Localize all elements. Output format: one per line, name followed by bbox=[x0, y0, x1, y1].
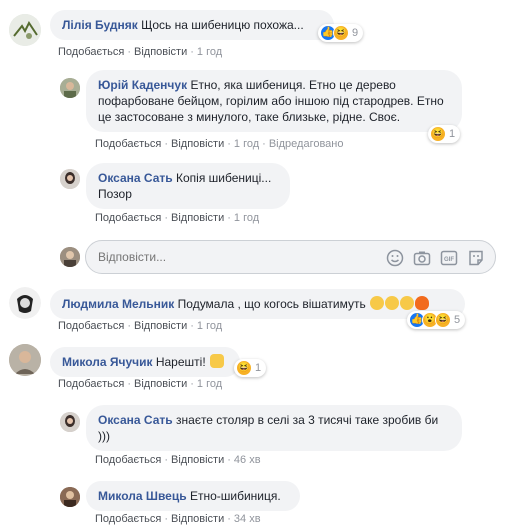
timestamp[interactable]: 1 год bbox=[197, 320, 222, 332]
comment-bubble: Микола Ячучик Нарешті! bbox=[50, 347, 240, 377]
gif-icon[interactable]: GIF bbox=[440, 249, 458, 267]
comment-author[interactable]: Юрій Каденчук bbox=[98, 78, 187, 92]
avatar[interactable] bbox=[60, 169, 80, 189]
timestamp[interactable]: 46 хв bbox=[234, 454, 261, 466]
like-link[interactable]: Подобається bbox=[95, 138, 161, 150]
timestamp[interactable]: 1 год bbox=[197, 46, 222, 58]
comment-author[interactable]: Микола Швець bbox=[98, 489, 187, 503]
comment-text: Етно-шибиниця. bbox=[189, 489, 281, 503]
comment-text: Копія шибениці... bbox=[176, 171, 272, 185]
comment-text-line: Позор bbox=[98, 187, 132, 201]
comment-actions: Подобається · Відповісти · 1 год bbox=[58, 320, 223, 332]
comment-text: Щось на шибеницю похожа... bbox=[141, 18, 304, 32]
like-link[interactable]: Подобається bbox=[58, 46, 124, 58]
reaction-count: 1 bbox=[449, 128, 456, 140]
comment-author[interactable]: Лілія Будняк bbox=[62, 18, 138, 32]
comment-author[interactable]: Микола Ячучик bbox=[62, 355, 153, 369]
comment-actions: Подобається · Відповісти · 1 год · Відредагова… bbox=[95, 138, 344, 150]
svg-text:GIF: GIF bbox=[444, 257, 454, 263]
timestamp[interactable]: 1 год bbox=[234, 138, 259, 150]
comment-text: Подумала , що когось вішатимуть bbox=[177, 297, 366, 311]
reply-link[interactable]: Відповісти bbox=[171, 454, 224, 466]
scream-emoji-icon bbox=[385, 296, 400, 310]
comment-actions: Подобається · Відповісти · 1 год bbox=[58, 378, 223, 390]
comment-author[interactable]: Людмила Мельник bbox=[62, 297, 174, 311]
comment-actions: Подобається · Відповісти · 1 год bbox=[58, 46, 223, 58]
current-user-avatar bbox=[60, 247, 80, 267]
avatar[interactable] bbox=[9, 287, 41, 319]
comment-bubble: Юрій Каденчук Етно, яка шибениця. Етно ц… bbox=[86, 70, 462, 132]
comment-actions: Подобається · Відповісти · 34 хв bbox=[95, 513, 261, 525]
comment-text: Нарешті! bbox=[155, 355, 206, 369]
timestamp[interactable]: 34 хв bbox=[234, 513, 261, 525]
haha-reaction-icon: 😆 bbox=[430, 126, 446, 142]
reaction-count: 1 bbox=[255, 362, 262, 374]
like-link[interactable]: Подобається bbox=[95, 212, 161, 224]
comment-actions: Подобається · Відповісти · 1 год bbox=[95, 212, 260, 224]
thumbs-up-emoji-icon bbox=[210, 354, 224, 368]
comment-bubble: Оксана Сать Копія шибениці... Позор bbox=[86, 163, 290, 209]
reply-input[interactable] bbox=[98, 250, 378, 264]
comment-author[interactable]: Оксана Сать bbox=[98, 171, 173, 185]
edited-label[interactable]: Відредаговано bbox=[269, 138, 344, 150]
scream-emoji-icon bbox=[400, 296, 415, 310]
reaction-count: 9 bbox=[352, 27, 359, 39]
reply-link[interactable]: Відповісти bbox=[134, 46, 187, 58]
timestamp[interactable]: 1 год bbox=[234, 212, 259, 224]
camera-icon[interactable] bbox=[413, 249, 431, 267]
avatar[interactable] bbox=[60, 412, 80, 432]
avatar[interactable] bbox=[9, 14, 41, 46]
reaction-summary[interactable]: 👍 😮 😆 5 bbox=[407, 311, 466, 329]
reaction-summary[interactable]: 👍 😆 9 bbox=[318, 24, 364, 42]
thinking-emoji-icon bbox=[370, 296, 385, 310]
like-link[interactable]: Подобається bbox=[58, 320, 124, 332]
comment-bubble: Лілія Будняк Щось на шибеницю похожа... bbox=[50, 10, 334, 40]
avatar[interactable] bbox=[60, 487, 80, 507]
fire-emoji-icon bbox=[415, 296, 430, 310]
haha-reaction-icon: 😆 bbox=[236, 360, 252, 376]
comment-bubble: Микола Швець Етно-шибиниця. bbox=[86, 481, 300, 511]
reply-link[interactable]: Відповісти bbox=[134, 378, 187, 390]
reaction-count: 5 bbox=[454, 314, 461, 326]
reply-box[interactable]: GIF bbox=[85, 240, 496, 274]
smile-icon[interactable] bbox=[386, 249, 404, 267]
reaction-summary[interactable]: 😆 1 bbox=[234, 359, 267, 377]
comment-bubble: Оксана Сать знаєте столяр в селі за 3 ти… bbox=[86, 405, 462, 451]
avatar[interactable] bbox=[9, 344, 41, 376]
avatar[interactable] bbox=[60, 78, 80, 98]
comment-bubble: Людмила Мельник Подумала , що когось віш… bbox=[50, 289, 465, 319]
comment-author[interactable]: Оксана Сать bbox=[98, 413, 173, 427]
reaction-summary[interactable]: 😆 1 bbox=[428, 125, 461, 143]
timestamp[interactable]: 1 год bbox=[197, 378, 222, 390]
reply-link[interactable]: Відповісти bbox=[171, 212, 224, 224]
haha-reaction-icon: 😆 bbox=[435, 312, 451, 328]
reply-link[interactable]: Відповісти bbox=[171, 513, 224, 525]
reply-link[interactable]: Відповісти bbox=[171, 138, 224, 150]
like-link[interactable]: Подобається bbox=[58, 378, 124, 390]
haha-reaction-icon: 😆 bbox=[333, 25, 349, 41]
like-link[interactable]: Подобається bbox=[95, 513, 161, 525]
like-link[interactable]: Подобається bbox=[95, 454, 161, 466]
comment-actions: Подобається · Відповісти · 46 хв bbox=[95, 454, 261, 466]
reply-link[interactable]: Відповісти bbox=[134, 320, 187, 332]
sticker-icon[interactable] bbox=[467, 249, 485, 267]
